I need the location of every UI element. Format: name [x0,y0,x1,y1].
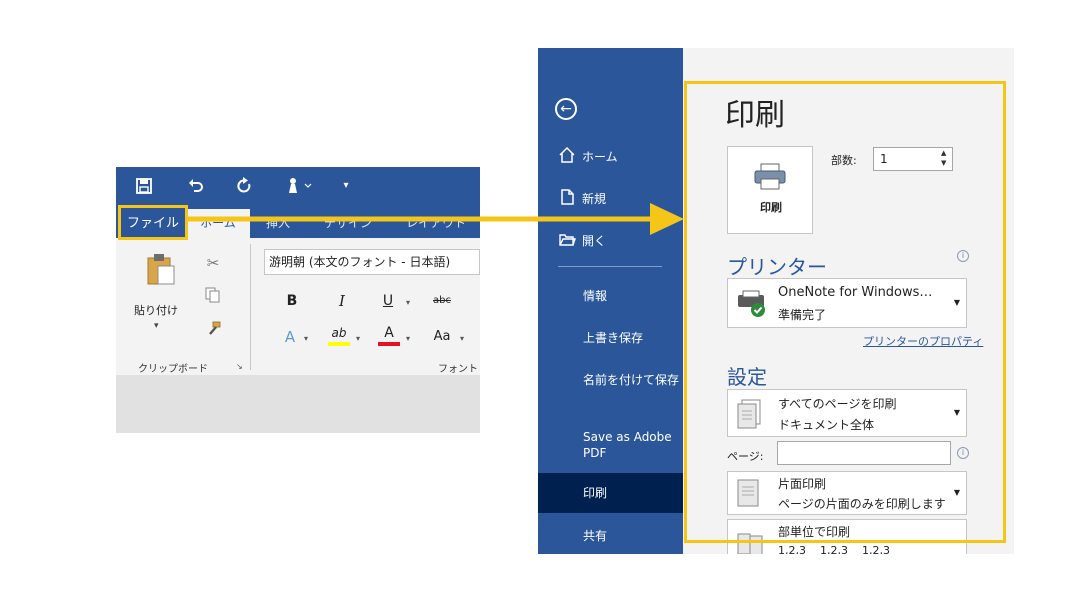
pages-info-icon[interactable]: i [957,447,969,459]
customize-qat-icon[interactable]: ▾ [336,176,356,196]
redo-icon[interactable] [234,176,254,196]
new-document-icon [558,188,576,206]
copies-label: 部数: [831,154,857,167]
pages-label: ページ: [727,450,764,463]
backstage-sidebar: ← ホーム 新規 開く 情報 上書き保存 名前を付けて保存 Save as Ad… [538,48,683,554]
print-button-label: 印刷 [760,201,782,214]
paste-icon[interactable] [146,252,176,286]
print-sides-dropdown[interactable]: 片面印刷 ページの片面のみを印刷します ▼ [727,471,967,515]
print-button[interactable]: 印刷 [727,146,813,234]
underline-button[interactable]: U [380,290,396,312]
print-range-subtitle: ドキュメント全体 [778,418,875,432]
printer-dropdown[interactable]: OneNote for Windows… 準備完了 ▼ [727,278,967,328]
nav-new[interactable]: 新規 [582,190,606,207]
nav-info[interactable]: 情報 [583,288,679,304]
backstage-view: ← ホーム 新規 開く 情報 上書き保存 名前を付けて保存 Save as Ad… [538,48,1014,554]
nav-share[interactable]: 共有 [583,528,679,544]
pages-input[interactable] [777,441,951,465]
highlight-button[interactable]: ab [328,324,350,346]
nav-open[interactable]: 開く [582,232,606,249]
printer-icon [753,163,787,191]
print-range-dropdown[interactable]: すべてのページを印刷 ドキュメント全体 ▼ [727,389,967,437]
bold-button[interactable]: B [284,290,300,312]
open-folder-icon [558,230,576,248]
collate-dropdown[interactable]: 部単位で印刷 1,2,3 1,2,3 1,2,3 [727,519,967,554]
nav-print[interactable]: 印刷 [583,485,679,501]
quick-access-toolbar: ▾ [116,167,480,205]
printer-dropdown-caret-icon: ▼ [953,298,960,307]
settings-section-title: 設定 [727,365,767,389]
print-range-caret-icon: ▼ [953,408,960,417]
nav-save[interactable]: 上書き保存 [583,330,679,346]
font-name-combobox[interactable]: 游明朝 (本文のフォント - 日本語) [264,249,480,275]
save-icon[interactable] [134,176,154,196]
group-separator [250,244,251,370]
underline-dropdown-icon[interactable]: ▾ [406,298,410,307]
change-case-button[interactable]: Aa [430,326,454,348]
file-tab-highlight [118,205,188,240]
font-color-dropdown-icon[interactable]: ▾ [406,334,410,343]
collate-title: 部単位で印刷 [778,525,851,539]
print-sides-caret-icon: ▼ [953,488,960,497]
format-painter-icon[interactable] [204,320,222,338]
one-sided-icon [736,478,760,512]
tab-layout[interactable]: レイアウト [406,209,466,238]
print-sides-subtitle: ページの片面のみを印刷します [778,497,946,511]
font-color-button[interactable]: A [378,324,400,346]
text-effects-button[interactable]: A [282,326,298,348]
printer-status-icon [736,289,770,323]
home-icon [558,146,576,164]
undo-icon[interactable] [186,176,206,196]
collated-icon [736,532,766,554]
tab-insert[interactable]: 挿入 [266,209,290,238]
printer-name: OneNote for Windows… [778,285,933,300]
tab-design[interactable]: デザイン [324,209,372,238]
page-title: 印刷 [725,98,785,133]
change-case-dropdown-icon[interactable]: ▾ [460,334,464,343]
clipboard-group-label: クリップボード [138,364,208,375]
font-group-label: フォント [438,364,478,375]
italic-button[interactable]: I [334,290,350,312]
nav-home[interactable]: ホーム [582,148,618,165]
highlight-dropdown-icon[interactable]: ▾ [356,334,360,343]
all-pages-icon [736,398,766,434]
back-arrow-icon[interactable]: ← [555,98,577,120]
document-area [116,375,480,433]
printer-info-icon[interactable]: i [957,250,969,262]
paste-button-label[interactable]: 貼り付け [134,302,178,318]
print-range-title: すべてのページを印刷 [778,397,897,411]
copy-icon[interactable] [204,286,222,304]
printer-status: 準備完了 [778,308,827,322]
text-effects-dropdown-icon[interactable]: ▾ [304,334,308,343]
tab-home[interactable]: ホーム [186,209,250,238]
paste-dropdown-icon[interactable]: ▾ [154,321,159,331]
nav-save-as[interactable]: 名前を付けて保存 [583,372,679,388]
copies-spinner-icon[interactable]: ▲ ▼ [941,148,946,168]
cut-icon[interactable]: ✂ [204,254,222,272]
collate-subtitle: 1,2,3 1,2,3 1,2,3 [778,544,890,554]
nav-save-as-adobe-pdf[interactable]: Save as Adobe PDF [583,429,679,461]
printer-section-title: プリンター [727,255,827,279]
print-pane: 印刷 印刷 部数: 1 ▲ ▼ プリンター i OneNote for Windo… [683,48,1014,554]
touch-mode-icon[interactable] [284,176,314,196]
clipboard-dialog-launcher-icon[interactable]: ↘ [236,362,243,371]
ribbon-body: 貼り付け ▾ ✂ クリップボード ↘ 游明朝 (本文のフォント - 日本語) B… [116,238,480,375]
strikethrough-button[interactable]: abc [430,290,454,312]
printer-properties-link[interactable]: プリンターのプロパティ [863,333,983,349]
nav-separator [558,266,662,267]
print-sides-title: 片面印刷 [778,477,827,491]
